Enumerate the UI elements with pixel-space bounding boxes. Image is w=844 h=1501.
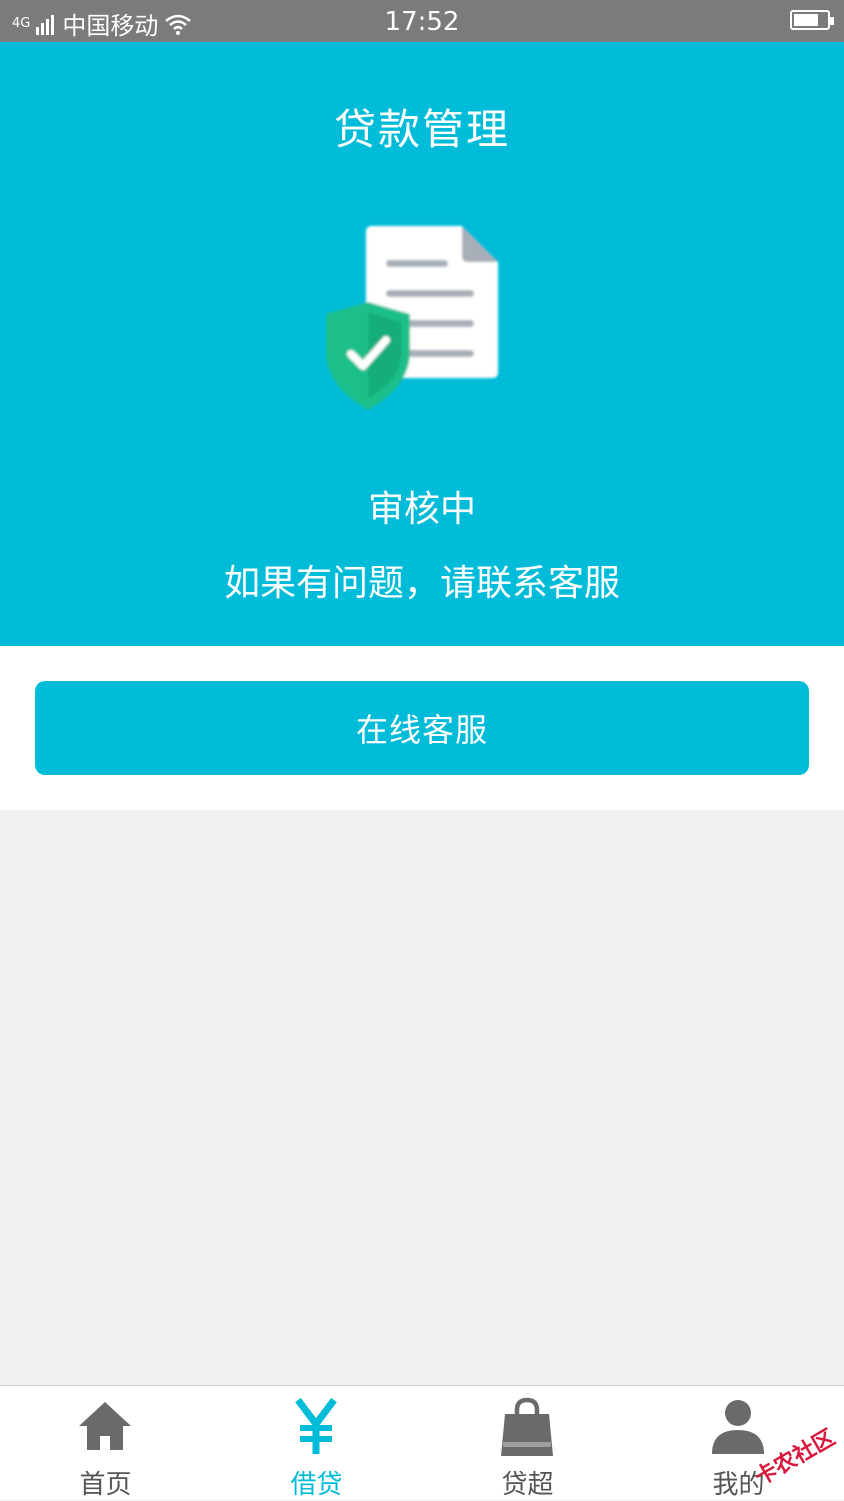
online-service-button[interactable]: 在线客服 (35, 681, 809, 775)
user-icon (712, 1400, 764, 1454)
home-icon (79, 1402, 131, 1450)
document-shield-icon (326, 226, 498, 410)
tab-label: 我的 (712, 1470, 765, 1500)
status-time: 17:52 (384, 7, 460, 37)
tab-loan[interactable]: 借贷 (211, 1386, 422, 1501)
tab-market[interactable]: 贷超 (422, 1386, 633, 1501)
shopping-bag-icon (501, 1397, 553, 1456)
tab-label: 借贷 (290, 1470, 343, 1500)
tab-label: 首页 (79, 1470, 132, 1500)
page-title: 贷款管理 (333, 105, 510, 154)
tab-home[interactable]: 首页 (0, 1386, 211, 1501)
action-area: 在线客服 (0, 646, 844, 810)
yen-icon (295, 1397, 337, 1454)
battery-level (794, 14, 818, 26)
contact-hint: 如果有问题，请联系客服 (223, 563, 620, 604)
bottom-tab-bar: 首页 借贷 贷超 我的 卡农社区 (0, 1385, 844, 1500)
review-status: 审核中 (367, 489, 476, 530)
battery-icon (790, 10, 834, 30)
status-bar: 4G 中国移动 17:52 (0, 0, 844, 42)
loan-status-hero: 贷款管理 审核中 如果有问题，请联系客服 (0, 42, 844, 646)
tab-label: 贷超 (501, 1470, 554, 1500)
